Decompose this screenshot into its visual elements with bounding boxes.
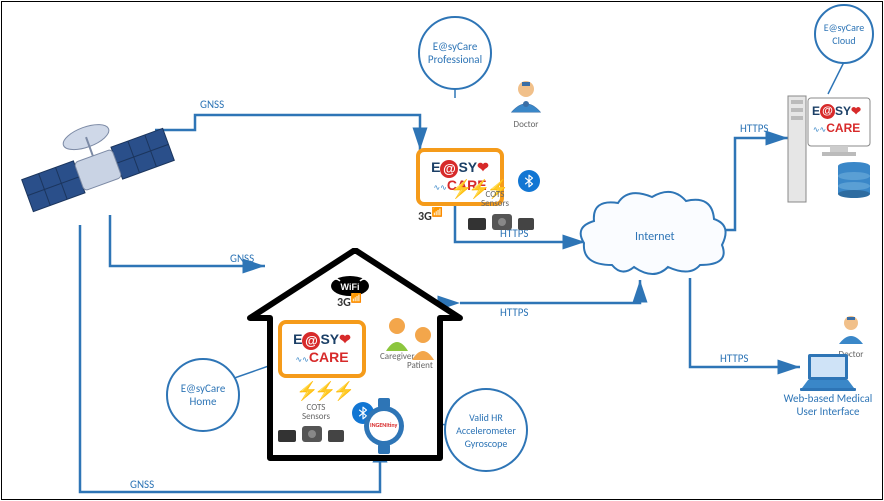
home-bubble: E@syCare Home — [166, 358, 240, 432]
watch-text: Valid HR Accelerometer Gyroscope — [450, 411, 522, 450]
bluetooth-pro-icon — [518, 170, 540, 192]
gnss1-label: GNSS — [200, 98, 224, 111]
patient-label: Patient — [407, 360, 433, 371]
internet-label: Internet — [635, 230, 675, 244]
cloud-bubble: E@syCare Cloud — [814, 4, 874, 64]
https-web-label: HTTPS — [720, 352, 748, 365]
professional-title: E@syCare Professional — [424, 40, 486, 66]
watch-brand: INGENItiny — [370, 421, 397, 429]
wireless-home-icon: ⚡⚡⚡ — [296, 380, 351, 402]
https-home-label: HTTPS — [500, 306, 528, 319]
https-server-label: HTTPS — [740, 122, 768, 135]
sensors-pro-label: COTS Sensors — [475, 190, 515, 209]
easy-logo-home: E@SY❤ ∿∿CARE — [293, 332, 351, 367]
tablet-home: E@SY❤ ∿∿CARE — [278, 320, 366, 378]
doctor-pro-label: Doctor — [508, 119, 544, 130]
webui-label: Web-based Medical User Interface — [778, 392, 878, 418]
satellite-icon — [18, 105, 178, 235]
home-title: E@syCare Home — [172, 382, 234, 408]
cloud-title: E@syCare Cloud — [820, 21, 868, 47]
watch-bubble: Valid HR Accelerometer Gyroscope — [444, 388, 528, 472]
sensors-pro-icons — [468, 210, 538, 239]
professional-bubble: E@syCare Professional — [418, 16, 492, 90]
easy-logo-server: E@SY❤ ∿∿CARE — [812, 103, 861, 137]
smartwatch-icon: INGENItiny — [360, 398, 408, 459]
network-3g-home: 3G📶 — [337, 293, 362, 310]
laptop-icon — [798, 352, 858, 397]
sensors-home-label: COTS Sensors — [296, 403, 336, 422]
gnss3-label: GNSS — [130, 478, 154, 491]
network-3g-pro: 3G📶 — [418, 207, 443, 224]
doctor-pro-icon: Doctor — [508, 78, 544, 130]
svg-text:WiFi: WiFi — [341, 282, 360, 292]
sensors-home-icons — [278, 422, 348, 451]
